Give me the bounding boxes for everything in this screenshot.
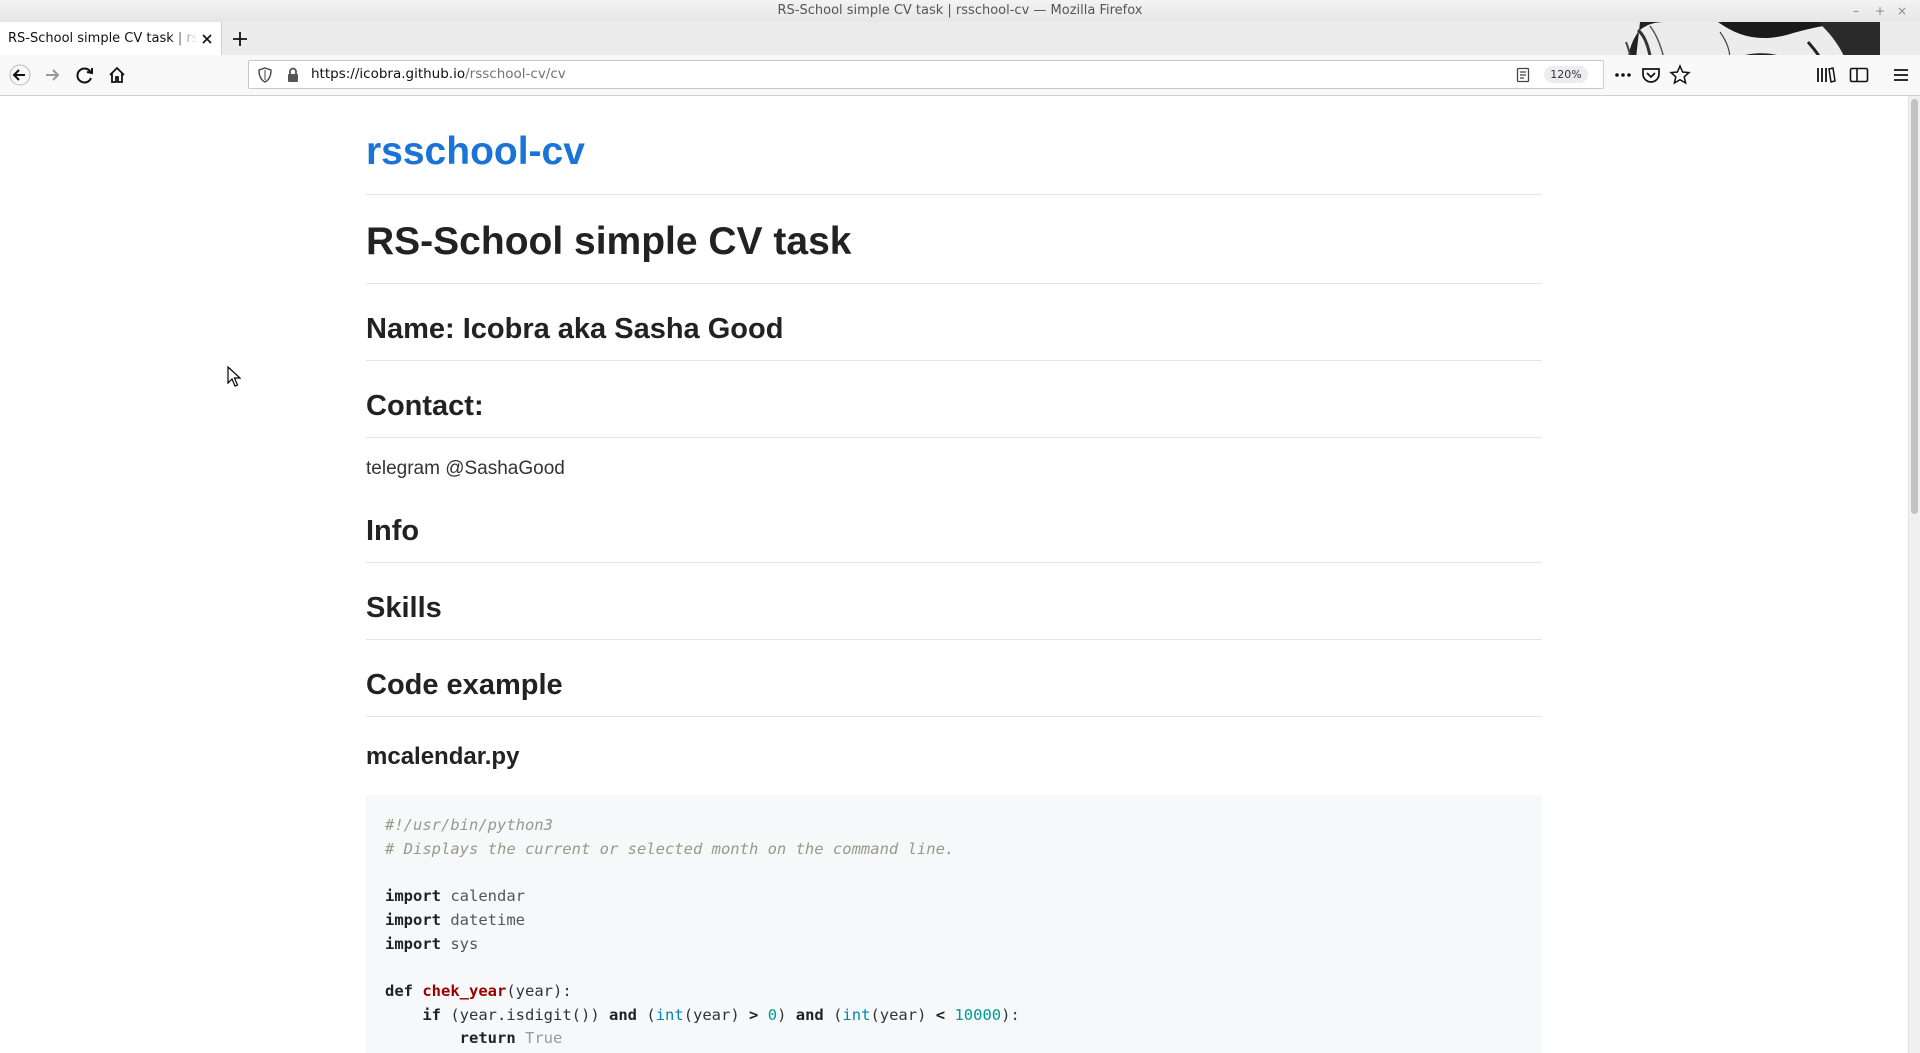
code-text-fragment: ( bbox=[646, 1005, 656, 1024]
tracking-protection-shield-icon[interactable] bbox=[257, 67, 273, 83]
code-number: 0 bbox=[767, 1005, 778, 1024]
code-text-fragment: (year): bbox=[506, 981, 572, 1000]
page-viewport: rsschool-cv RS-School simple CV task Nam… bbox=[0, 96, 1908, 1053]
contact-text: telegram @SashaGood bbox=[366, 458, 565, 479]
code-example-heading: Code example bbox=[366, 669, 563, 701]
code-comment: # Displays the current or selected month… bbox=[385, 839, 955, 858]
code-keyword: if bbox=[422, 1005, 441, 1024]
code-keyword: import bbox=[385, 910, 441, 929]
code-keyword: import bbox=[385, 887, 441, 906]
code-keyword: and bbox=[795, 1005, 824, 1024]
scrollbar-thumb[interactable] bbox=[1911, 99, 1918, 514]
contact-divider bbox=[366, 437, 1542, 438]
address-bar[interactable]: https://icobra.github.io/rsschool-cv/cv … bbox=[248, 60, 1604, 89]
forward-icon[interactable] bbox=[41, 64, 63, 86]
code-text-fragment: (year) bbox=[870, 1005, 927, 1024]
minimize-button[interactable]: – bbox=[1853, 0, 1859, 22]
code-operator: < bbox=[935, 1005, 946, 1024]
url-host: https://icobra.github.io bbox=[311, 66, 466, 82]
home-icon[interactable] bbox=[106, 64, 128, 86]
tab-title: RS-School simple CV task | rsschool-cv bbox=[8, 31, 198, 46]
code-text: #!/usr/bin/python3 # Displays the curren… bbox=[385, 814, 1020, 1051]
skills-heading: Skills bbox=[366, 592, 442, 624]
header-divider bbox=[366, 194, 1542, 195]
code-text-fragment: ): bbox=[1001, 1005, 1020, 1024]
tab-active[interactable]: RS-School simple CV task | rsschool-cv bbox=[0, 22, 222, 55]
code-module: datetime bbox=[450, 910, 525, 929]
window-title: RS-School simple CV task | rsschool-cv —… bbox=[777, 3, 1143, 18]
code-builtin: int bbox=[655, 1005, 684, 1024]
code-builtin: int bbox=[842, 1005, 871, 1024]
code-text-fragment: (year.isdigit()) bbox=[450, 1005, 600, 1024]
site-title-link[interactable]: rsschool-cv bbox=[366, 130, 585, 174]
lock-icon[interactable] bbox=[286, 67, 300, 83]
zoom-level-badge[interactable]: 120% bbox=[1544, 66, 1588, 83]
navigation-toolbar: https://icobra.github.io/rsschool-cv/cv … bbox=[0, 55, 1920, 96]
heading-divider bbox=[366, 283, 1542, 284]
back-icon[interactable] bbox=[9, 64, 31, 86]
reader-view-icon[interactable] bbox=[1515, 67, 1531, 83]
toolbar-separator bbox=[1603, 63, 1604, 87]
mouse-pointer-icon bbox=[227, 366, 241, 387]
code-text-fragment: ) bbox=[777, 1005, 787, 1024]
code-constant: True bbox=[525, 1029, 563, 1048]
page-scrollbar[interactable] bbox=[1908, 96, 1920, 1053]
code-number: 10000 bbox=[954, 1005, 1002, 1024]
code-shebang: #!/usr/bin/python3 bbox=[385, 816, 553, 834]
info-divider bbox=[366, 562, 1542, 563]
code-block: #!/usr/bin/python3 # Displays the curren… bbox=[366, 795, 1542, 1053]
file-name-heading: mcalendar.py bbox=[366, 743, 520, 770]
code-keyword: return bbox=[459, 1029, 516, 1048]
code-module: sys bbox=[450, 934, 479, 953]
code-operator: > bbox=[749, 1005, 759, 1024]
window-titlebar: RS-School simple CV task | rsschool-cv —… bbox=[0, 0, 1920, 23]
code-keyword: import bbox=[385, 934, 441, 953]
url-text[interactable]: https://icobra.github.io/rsschool-cv/cv bbox=[311, 61, 566, 88]
code-keyword: and bbox=[609, 1005, 637, 1024]
sidebar-toggle-icon[interactable] bbox=[1848, 64, 1870, 86]
page-actions-menu-icon[interactable] bbox=[1612, 64, 1634, 86]
reload-icon[interactable] bbox=[74, 64, 96, 86]
code-function-name: chek_year bbox=[422, 981, 507, 1000]
code-keyword: def bbox=[385, 981, 413, 1000]
info-heading: Info bbox=[366, 515, 420, 547]
close-window-button[interactable]: × bbox=[1897, 0, 1907, 22]
hamburger-menu-icon[interactable] bbox=[1890, 64, 1912, 86]
pocket-icon[interactable] bbox=[1640, 64, 1662, 86]
code-module: calendar bbox=[450, 887, 525, 906]
page-heading: RS-School simple CV task bbox=[366, 220, 852, 263]
maximize-button[interactable]: + bbox=[1875, 0, 1885, 22]
skills-divider bbox=[366, 639, 1542, 640]
new-tab-icon[interactable] bbox=[231, 30, 249, 48]
name-divider bbox=[366, 360, 1542, 361]
close-tab-icon[interactable] bbox=[199, 31, 215, 47]
url-path: /rsschool-cv/cv bbox=[465, 66, 566, 82]
name-heading: Name: Icobra aka Sasha Good bbox=[366, 313, 784, 345]
library-icon[interactable] bbox=[1815, 64, 1837, 86]
code-text-fragment: (year) bbox=[683, 1005, 740, 1024]
bookmark-star-icon[interactable] bbox=[1669, 64, 1691, 86]
code-example-divider bbox=[366, 716, 1542, 717]
contact-heading: Contact: bbox=[366, 390, 484, 422]
